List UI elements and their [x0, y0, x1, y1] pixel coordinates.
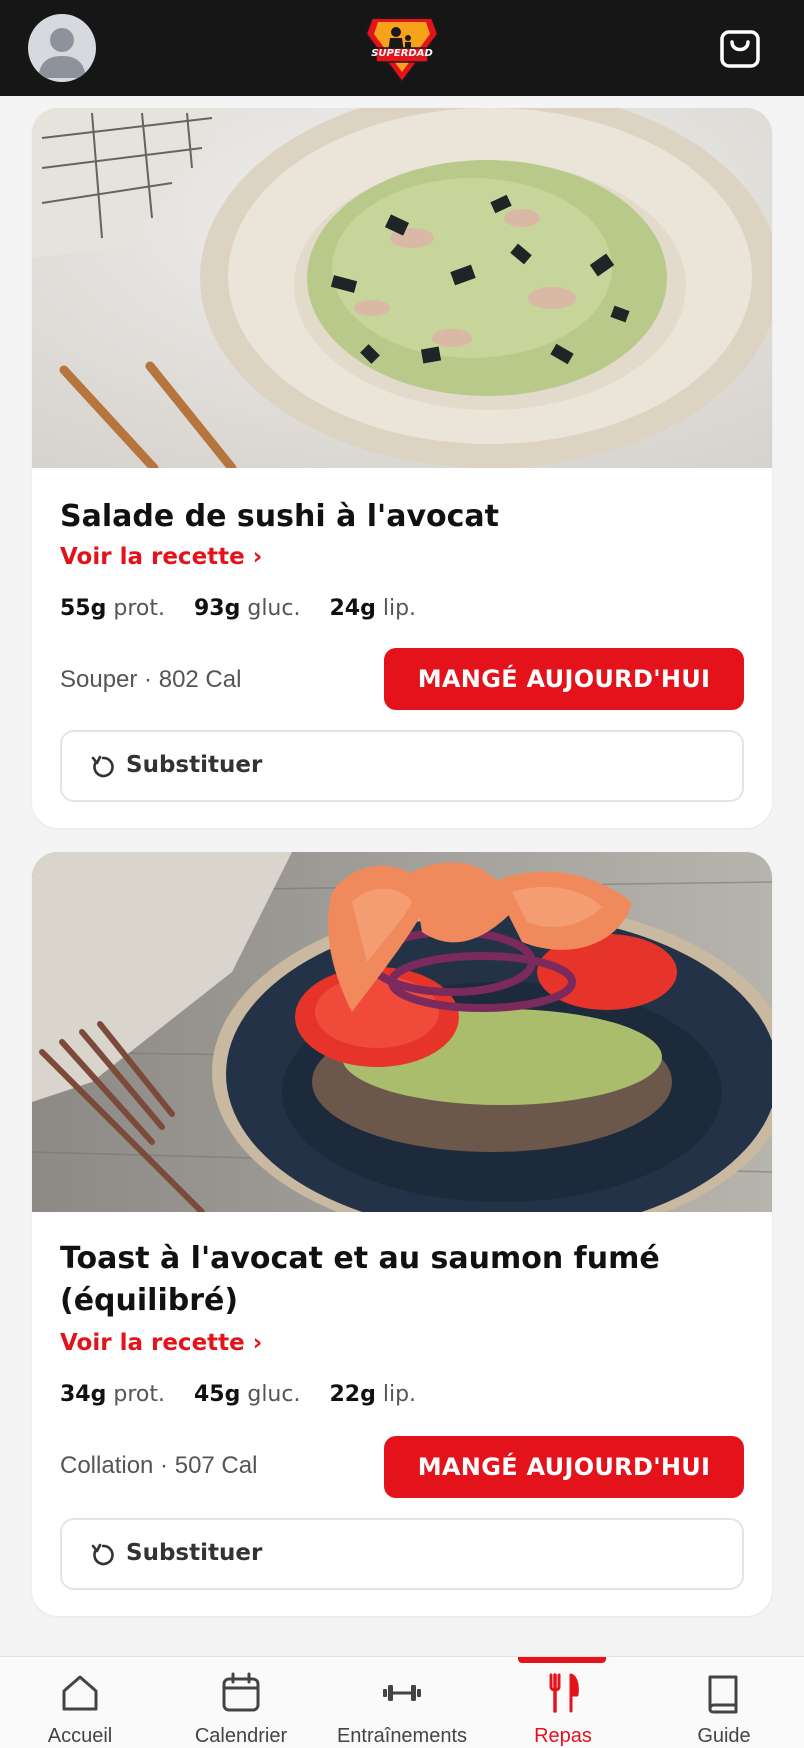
protein-value: 55g [60, 596, 107, 621]
nav-label: Accueil [47, 1725, 113, 1747]
book-icon [708, 1675, 738, 1714]
meal-photo [32, 108, 772, 468]
eaten-today-button[interactable]: MANGÉ AUJOURD'HUI [384, 1436, 744, 1498]
fat-value: 22g [329, 1382, 376, 1407]
nav-label: Calendrier [194, 1725, 288, 1747]
cart-button[interactable] [716, 24, 764, 72]
meal-card: Toast à l'avocat et au saumon fumé (équi… [32, 852, 772, 1616]
meal-title: Salade de sushi à l'avocat [60, 499, 499, 534]
nav-label: Guide [697, 1725, 751, 1747]
meal-info: Souper · 802 Cal [60, 666, 242, 693]
protein-macro: 34g prot. [60, 1382, 165, 1407]
nav-item-accueil[interactable]: Accueil [0, 1657, 160, 1748]
home-icon [62, 1675, 98, 1711]
substitute-button[interactable]: Substituer [60, 730, 744, 802]
view-recipe-link[interactable]: Voir la recette › [60, 1330, 262, 1356]
nav-item-calendrier[interactable]: Calendrier [161, 1657, 321, 1748]
substitute-label: Substituer [126, 752, 263, 778]
fat-macro: 22g lip. [329, 1382, 416, 1407]
protein-macro: 55g prot. [60, 596, 165, 621]
fat-macro: 24g lip. [329, 596, 416, 621]
refresh-icon [91, 1543, 114, 1566]
carbs-value: 93g [193, 596, 241, 621]
substitute-button[interactable]: Substituer [60, 1518, 744, 1590]
dumbbell-icon [383, 1685, 421, 1701]
nav-item-guide[interactable]: Guide [644, 1657, 804, 1748]
substitute-label: Substituer [126, 1540, 263, 1566]
refresh-icon [91, 755, 114, 778]
user-icon [38, 28, 86, 78]
fat-unit: lip. [382, 1382, 417, 1407]
top-bar: SUPERDAD [0, 0, 804, 96]
view-recipe-link[interactable]: Voir la recette › [60, 544, 262, 570]
meal-info: Collation · 507 Cal [60, 1452, 258, 1479]
avatar[interactable] [28, 14, 96, 82]
macros: 55g prot. 93g gluc. 24g lip. [60, 596, 438, 621]
carbs-value: 45g [193, 1382, 241, 1407]
carbs-macro: 93g gluc. [194, 596, 300, 621]
fat-unit: lip. [382, 596, 417, 621]
superdad-logo[interactable]: SUPERDAD [362, 12, 442, 84]
meal-photo [32, 852, 772, 1212]
nav-item-entrainements[interactable]: Entraînements [322, 1657, 482, 1748]
logo-text: SUPERDAD [371, 48, 433, 59]
protein-value: 34g [60, 1382, 107, 1407]
fork-knife-icon [549, 1673, 579, 1713]
fat-value: 24g [329, 596, 376, 621]
calendar-icon [222, 1672, 260, 1712]
macros: 34g prot. 45g gluc. 22g lip. [60, 1382, 438, 1407]
meal-card: Salade de sushi à l'avocat Voir la recet… [32, 108, 772, 828]
protein-unit: prot. [113, 1382, 165, 1407]
nav-label: Repas [534, 1725, 592, 1747]
carbs-unit: gluc. [247, 1382, 301, 1407]
bottom-nav: Accueil Calendrier Entraînements Repas G… [0, 1656, 804, 1748]
shopping-bag-icon [720, 30, 760, 68]
nav-item-repas[interactable]: Repas [483, 1657, 643, 1748]
eaten-today-button[interactable]: MANGÉ AUJOURD'HUI [384, 648, 744, 710]
meal-title: Toast à l'avocat et au saumon fumé (équi… [60, 1241, 660, 1318]
carbs-macro: 45g gluc. [194, 1382, 300, 1407]
nav-label: Entraînements [336, 1725, 468, 1747]
protein-unit: prot. [113, 596, 165, 621]
carbs-unit: gluc. [247, 596, 301, 621]
